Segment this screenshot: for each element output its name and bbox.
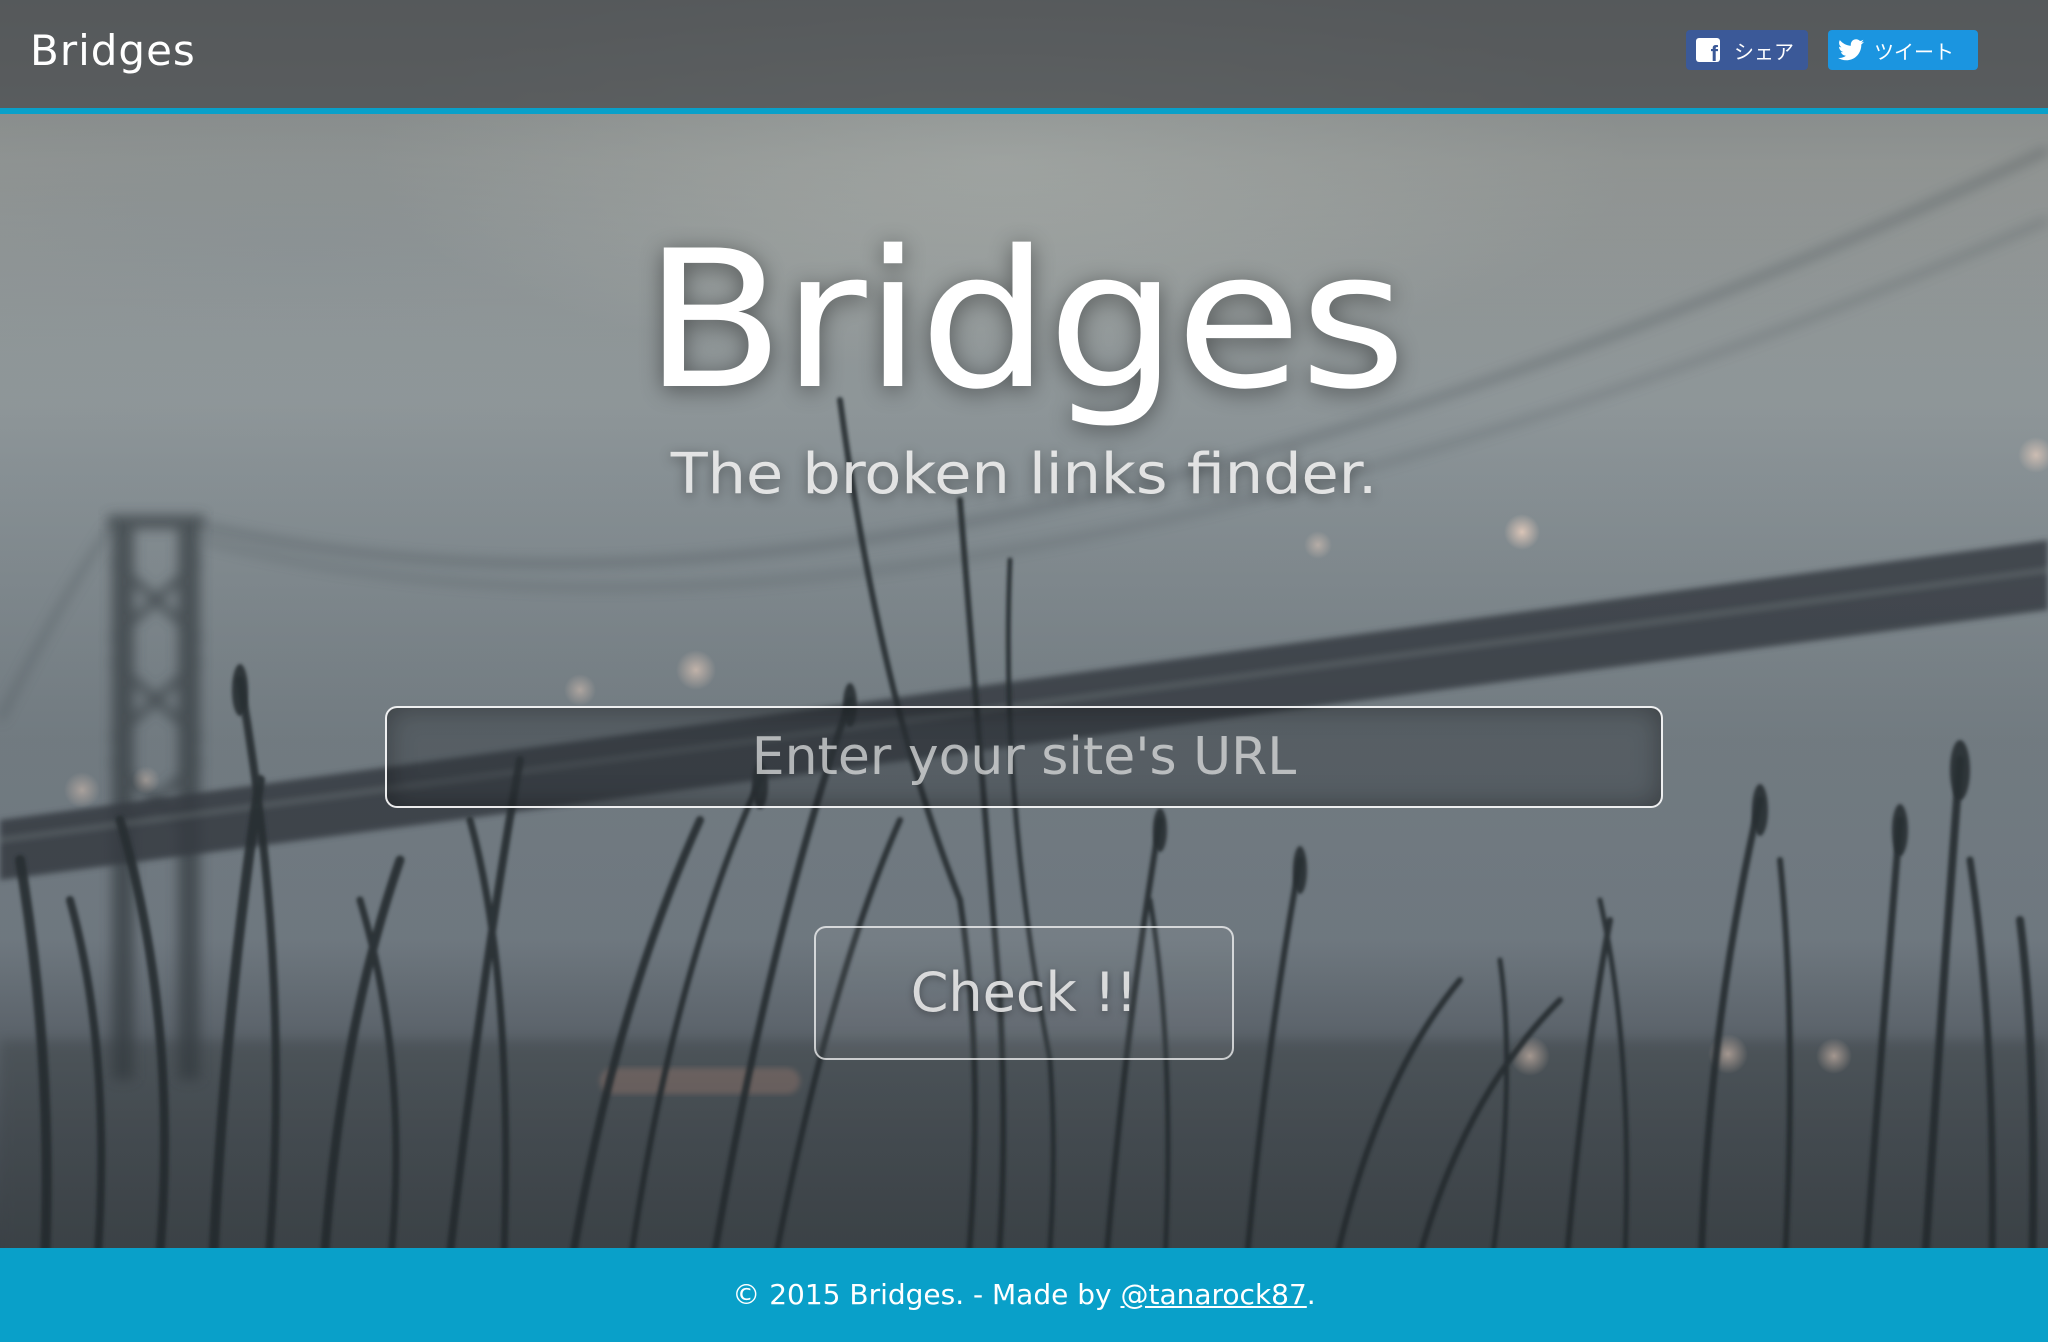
hero-subtitle: The broken links finder.: [670, 442, 1378, 507]
brand-logo-link[interactable]: Bridges: [30, 26, 196, 75]
site-url-input[interactable]: [385, 706, 1663, 808]
twitter-tweet-button[interactable]: ツイート: [1828, 30, 1978, 70]
footer-copyright: © 2015 Bridges. - Made by: [732, 1278, 1121, 1311]
page: Bridges f シェア ツイート Bridges The broken li…: [0, 0, 2048, 1342]
footer-suffix: .: [1306, 1278, 1316, 1311]
author-twitter-link[interactable]: @tanarock87: [1120, 1278, 1306, 1311]
background-overlay: [0, 0, 2048, 1342]
facebook-share-label: シェア: [1734, 39, 1794, 64]
hero-title: Bridges: [643, 210, 1407, 431]
twitter-bird-icon: [1838, 39, 1864, 61]
facebook-share-button[interactable]: f シェア: [1686, 30, 1808, 70]
facebook-icon: f: [1696, 38, 1720, 65]
footer: © 2015 Bridges. - Made by @tanarock87.: [0, 1248, 2048, 1342]
top-navbar: Bridges f シェア ツイート: [0, 0, 2048, 114]
check-button[interactable]: Check !!: [814, 926, 1234, 1060]
twitter-tweet-label: ツイート: [1874, 39, 1954, 64]
